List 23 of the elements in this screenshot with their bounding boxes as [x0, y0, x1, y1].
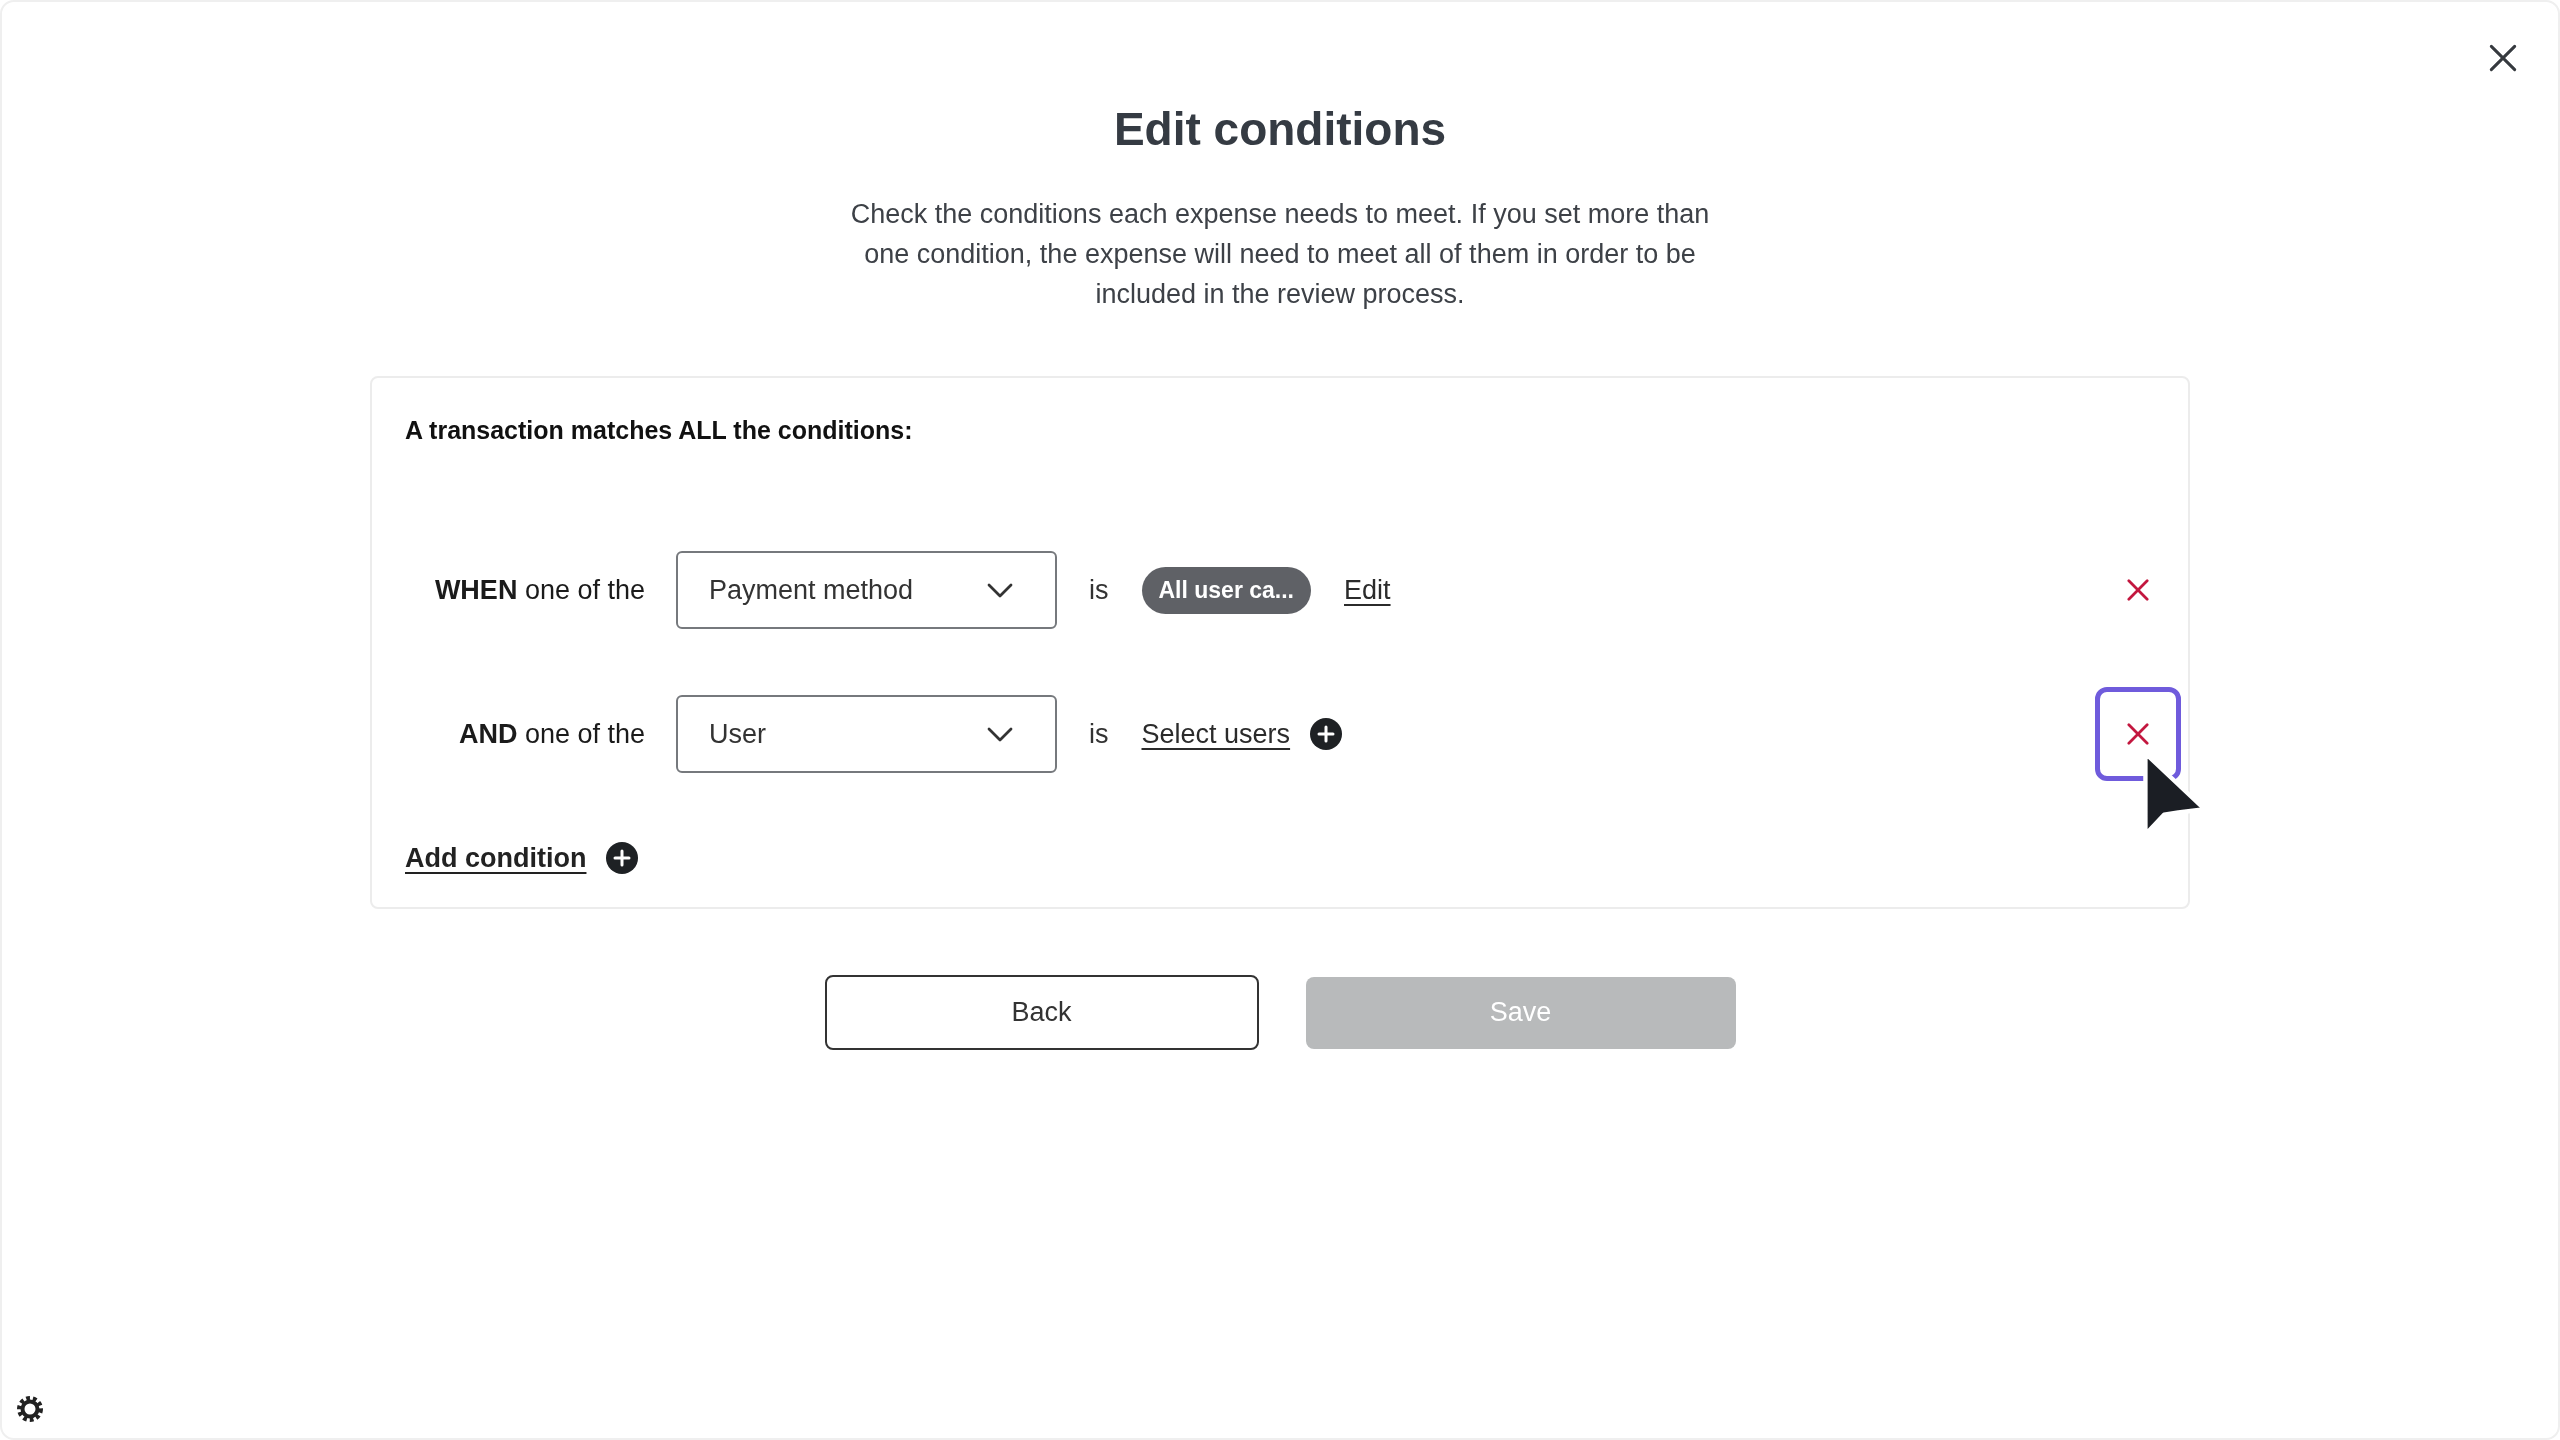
value-chip: All user ca...	[1141, 566, 1311, 614]
dialog-title: Edit conditions	[1113, 102, 1447, 157]
settings-icon[interactable]	[16, 1395, 44, 1423]
condition-label: WHEN one of the	[433, 574, 645, 606]
chevron-down-icon	[987, 726, 1013, 742]
plus-circle-icon[interactable]	[1310, 718, 1343, 750]
field-dropdown[interactable]: Payment method	[676, 551, 1057, 629]
condition-label: AND one of the	[457, 718, 645, 750]
select-users-link[interactable]: Select users	[1141, 718, 1291, 750]
dialog-description: Check the conditions each expense needs to meet. If you set more than one condition, the expense will need to meet all of them in order to be included in the review process.	[849, 198, 1711, 311]
operator-text: is	[1089, 718, 1109, 750]
close-icon[interactable]	[2489, 44, 2517, 72]
back-button[interactable]: Back	[824, 975, 1259, 1050]
close-icon	[2127, 723, 2149, 745]
card-heading: A transaction matches ALL the conditions:	[405, 415, 913, 446]
plus-circle-icon[interactable]	[606, 842, 639, 874]
close-icon	[2127, 579, 2149, 601]
edit-link[interactable]: Edit	[1344, 574, 1391, 606]
field-dropdown[interactable]: User	[676, 695, 1057, 773]
add-condition-link[interactable]: Add condition	[405, 842, 587, 874]
operator-text: is	[1089, 574, 1109, 606]
chevron-down-icon	[987, 582, 1013, 598]
remove-button[interactable]	[2127, 579, 2149, 601]
